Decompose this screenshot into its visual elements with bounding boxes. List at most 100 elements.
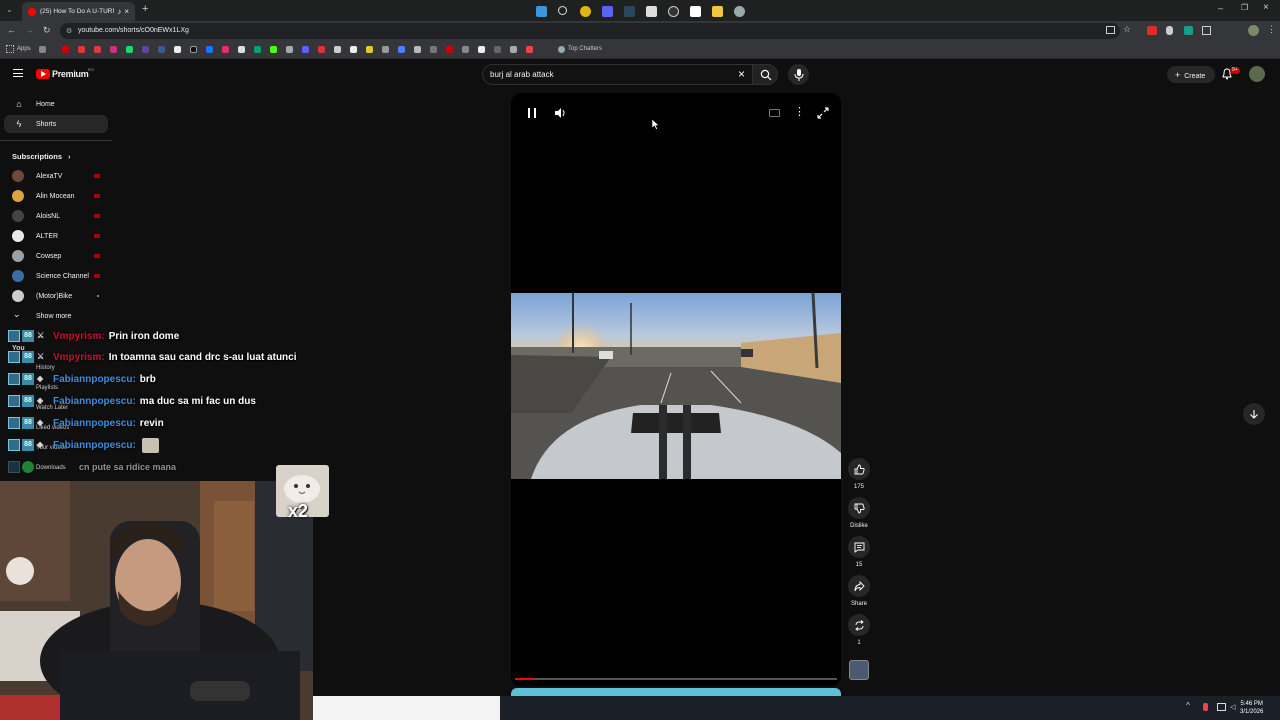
next-short-button[interactable] [1243,403,1265,425]
browser-menu-icon[interactable]: ⋮ [1267,24,1276,35]
site-info-icon[interactable]: ⚙ [66,27,72,35]
epic-games-icon[interactable] [646,6,657,17]
bookmark-icon[interactable] [39,46,46,53]
bookmark-icon[interactable] [94,46,101,53]
subscription-channel[interactable]: Cowsep [12,247,112,265]
bookmark-icon[interactable] [462,46,469,53]
bookmark-icon[interactable] [206,46,213,53]
settings-gear-icon[interactable] [734,6,745,17]
bookmark-icon[interactable] [270,46,277,53]
sidebar-item-shorts[interactable]: ϟ Shorts [4,115,108,133]
captions-icon[interactable] [769,109,780,117]
tray-display-icon[interactable] [1217,703,1226,711]
voice-search-button[interactable] [788,64,809,85]
bookmark-icon[interactable] [62,46,69,53]
progress-track[interactable] [515,678,837,680]
tray-speaker-icon[interactable]: ◁ [1230,703,1235,711]
bookmark-icon[interactable] [286,46,293,53]
subscription-channel[interactable]: AlexaTV [12,167,112,185]
bookmark-icon[interactable] [222,46,229,53]
sidebar-item-home[interactable]: ⌂ Home [4,95,108,113]
reload-button[interactable]: ↻ [43,25,51,36]
bookmark-icon[interactable] [302,46,309,53]
account-avatar[interactable] [1249,66,1265,82]
bookmark-icon[interactable] [334,46,341,53]
extension-icon-3[interactable] [1184,26,1193,35]
bookmark-icon[interactable] [382,46,389,53]
bookmark-icon[interactable] [142,46,149,53]
bookmark-top-chatters[interactable]: Top Chatters [568,46,602,52]
guide-menu-icon[interactable] [13,69,23,77]
subscription-channel[interactable]: Alin Mocean [12,187,112,205]
bookmark-star-icon[interactable]: ☆ [1123,24,1131,35]
fullscreen-icon[interactable] [817,106,829,119]
remix-button[interactable] [848,614,870,636]
window-restore-button[interactable]: ❐ [1241,3,1248,12]
subscription-channel[interactable]: (Motor)Bike [12,287,112,305]
tab-search-icon[interactable]: ⌄ [6,5,16,15]
bookmark-icon[interactable] [526,46,533,53]
bookmark-apps[interactable]: Apps [17,46,31,52]
start-menu-icon[interactable] [536,6,547,17]
bookmark-icon[interactable] [174,46,181,53]
taskbar-clock[interactable]: 5:46 PM 3/1/2026 [1240,700,1263,716]
bookmark-icon[interactable] [446,46,453,53]
bookmark-icon[interactable] [126,46,133,53]
window-close-button[interactable]: × [1263,2,1269,13]
browser-tab-active[interactable]: (25) How To Do A U-TURN ♪ × [22,2,135,21]
discord-icon[interactable] [602,6,613,17]
bookmark-icon[interactable] [238,46,245,53]
tray-mic-icon[interactable] [1203,703,1208,711]
address-bar[interactable]: ⚙ youtube.com/shorts/cO0nEWx1LXg [60,23,1120,39]
bookmark-icon[interactable] [366,46,373,53]
window-minimize-button[interactable]: – [1218,3,1223,13]
bookmark-icon[interactable] [318,46,325,53]
subscription-channel[interactable]: ALTER [12,227,112,245]
chrome-icon[interactable] [580,6,591,17]
search-button[interactable] [752,64,778,85]
create-button[interactable]: + Create [1167,66,1215,83]
cast-icon[interactable] [1106,26,1115,34]
extensions-puzzle-icon[interactable] [1202,26,1211,35]
pause-icon[interactable] [528,108,536,118]
share-button[interactable] [848,575,870,597]
steam-icon[interactable] [624,6,635,17]
new-tab-button[interactable]: + [142,3,148,15]
subscription-channel[interactable]: AloisNL [12,207,112,225]
clear-search-icon[interactable]: × [738,67,745,81]
show-more-button[interactable]: ⌄ Show more [12,307,112,325]
bookmark-icon[interactable] [510,46,517,53]
subscription-channel[interactable]: Science Channel [12,267,112,285]
tab-close-icon[interactable]: × [124,7,129,16]
capcut-icon[interactable] [690,6,701,17]
file-explorer-icon[interactable] [712,6,723,17]
more-options-icon[interactable]: ⋮ [794,105,805,118]
bookmark-icon[interactable] [430,46,437,53]
search-input[interactable]: burj al arab attack × [482,64,754,85]
sound-thumbnail[interactable] [849,660,869,680]
extension-icon-2[interactable] [1166,26,1173,35]
system-tray-chevron-icon[interactable]: ^ [1186,701,1190,710]
forward-button[interactable]: → [25,25,34,35]
back-button[interactable]: ← [7,25,16,35]
like-button[interactable] [848,458,870,480]
bookmark-icon[interactable] [254,46,261,53]
bookmark-icon[interactable] [478,46,485,53]
bookmark-icon[interactable] [158,46,165,53]
bookmark-icon[interactable] [190,46,197,53]
profile-icon[interactable] [1248,25,1259,36]
bookmark-icon[interactable] [398,46,405,53]
dislike-button[interactable] [848,497,870,519]
volume-icon[interactable] [553,106,567,120]
apps-grid-icon[interactable] [6,45,14,53]
bookmark-icon[interactable] [110,46,117,53]
subscriptions-heading[interactable]: Subscriptions › [12,152,70,161]
obs-icon[interactable] [668,6,679,17]
next-video-preview[interactable] [511,688,841,696]
extension-icon-1[interactable] [1147,26,1157,35]
bookmark-icon[interactable] [414,46,421,53]
bookmark-icon[interactable] [494,46,501,53]
shorts-video-player[interactable]: ⋮ [511,93,841,686]
taskbar-search-icon[interactable] [558,6,567,15]
bookmark-icon[interactable] [350,46,357,53]
